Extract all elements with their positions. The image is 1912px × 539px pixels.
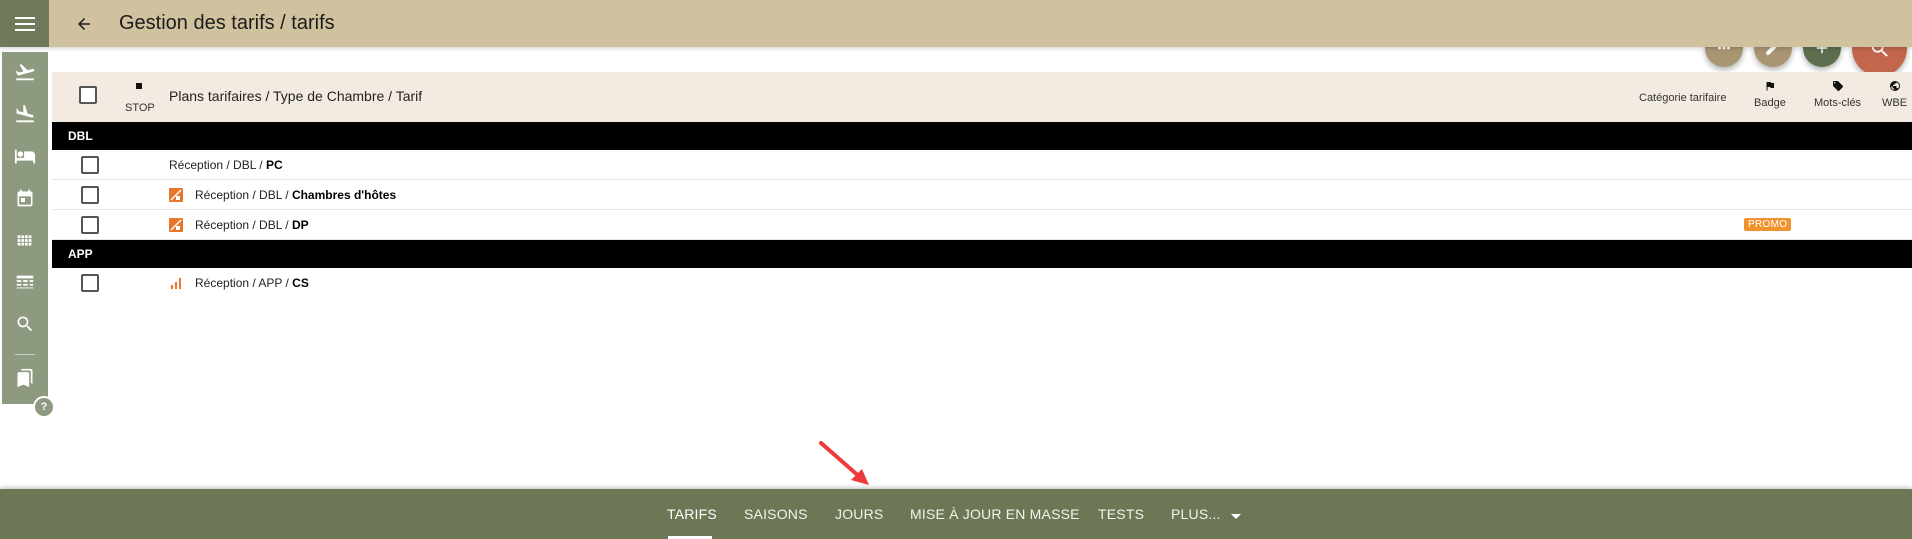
globe-icon [1889, 81, 1900, 91]
help-button[interactable]: ? [33, 396, 55, 418]
tab-tarifs[interactable]: TARIFS [667, 506, 717, 522]
bookmark-icon [17, 368, 33, 388]
row-path: Réception / DBL / [195, 188, 292, 202]
row-label[interactable]: Réception / DBL / DP [195, 218, 309, 232]
calendar-icon [17, 189, 33, 207]
row-tarif: Chambres d'hôtes [291, 188, 397, 202]
hamburger-menu-icon [14, 16, 35, 31]
column-header-wbe[interactable]: WBE [1882, 80, 1907, 109]
sidebar-item-rooms[interactable] [2, 140, 48, 172]
row-path: Réception / DBL / [195, 218, 292, 232]
sidebar-item-calendar[interactable] [2, 182, 48, 214]
row-tarif: CS [292, 276, 309, 290]
table-row[interactable]: Réception / APP / CS [52, 268, 1912, 298]
row-path: Réception / DBL / [169, 158, 266, 172]
column-header-mots-cles-label: Mots-clés [1814, 97, 1862, 109]
select-all-checkbox[interactable] [79, 86, 97, 104]
page-title: Gestion des tarifs / tarifs [119, 12, 335, 34]
bed-icon [14, 149, 36, 164]
sidebar-item-planning[interactable] [2, 224, 48, 256]
tab-mise-a-jour-en-masse[interactable]: MISE À JOUR EN MASSE [910, 506, 1080, 522]
table-header: STOP Plans tarifaires / Type de Chambre … [52, 72, 1912, 122]
bar-chart-icon [171, 278, 181, 289]
row-label[interactable]: Réception / DBL / Chambres d'hôtes [195, 188, 396, 202]
rates-table: STOP Plans tarifaires / Type de Chambre … [52, 72, 1912, 298]
row-label[interactable]: Réception / DBL / PC [169, 158, 283, 172]
stop-square-icon [136, 83, 142, 89]
sidebar-item-reports[interactable] [2, 266, 48, 298]
annotation-arrow-icon [819, 441, 869, 485]
tag-icon [1832, 81, 1843, 91]
arrow-back-icon [78, 18, 90, 30]
sidebar-item-bookmarks[interactable] [2, 362, 48, 394]
row-checkbox[interactable] [81, 186, 99, 204]
column-header-wbe-label: WBE [1882, 97, 1908, 109]
derived-rate-icon [169, 188, 183, 202]
back-button[interactable] [70, 10, 98, 38]
flight-land-icon [16, 104, 34, 123]
tab-tests[interactable]: TESTS [1098, 506, 1144, 522]
derived-rate-icon [169, 218, 183, 232]
row-checkbox[interactable] [81, 156, 99, 174]
tab-jours[interactable]: JOURS [835, 506, 883, 522]
sidebar-item-search[interactable] [2, 308, 48, 340]
sidebar [2, 52, 48, 404]
table-row[interactable]: Réception / DBL / DP PROMO [52, 210, 1912, 240]
menu-button[interactable] [0, 0, 49, 47]
column-header-categorie[interactable]: Catégorie tarifaire [1639, 92, 1726, 104]
column-header-badge[interactable]: Badge [1754, 80, 1786, 109]
top-app-bar: Gestion des tarifs / tarifs [0, 0, 1912, 47]
row-checkbox[interactable] [81, 274, 99, 292]
flag-icon [1766, 82, 1774, 91]
row-tarif: DP [291, 218, 309, 232]
chevron-down-icon[interactable] [1231, 514, 1241, 519]
group-header-dbl: DBL [52, 122, 1912, 150]
sidebar-divider [15, 354, 35, 355]
table-row[interactable]: Réception / DBL / PC [52, 150, 1912, 180]
tab-plus[interactable]: PLUS... [1171, 506, 1221, 522]
column-header-main[interactable]: Plans tarifaires / Type de Chambre / Tar… [169, 88, 422, 104]
row-checkbox[interactable] [81, 216, 99, 234]
promo-badge: PROMO [1744, 218, 1792, 231]
row-tarif: PC [265, 158, 283, 172]
column-header-stop[interactable]: STOP [125, 102, 155, 114]
table-icon [16, 275, 34, 289]
column-header-mots-cles[interactable]: Mots-clés [1814, 80, 1861, 109]
search-icon [17, 316, 33, 332]
group-header-app: APP [52, 240, 1912, 268]
column-header-badge-label: Badge [1754, 97, 1786, 109]
row-path: Réception / APP / [195, 276, 293, 290]
bottom-navigation: TARIFS SAISONS JOURS MISE À JOUR EN MASS… [0, 489, 1912, 539]
tab-saisons[interactable]: SAISONS [744, 506, 808, 522]
grid-icon [17, 235, 32, 246]
row-label[interactable]: Réception / APP / CS [195, 276, 309, 290]
flight-takeoff-icon [15, 64, 35, 81]
table-row[interactable]: Réception / DBL / Chambres d'hôtes [52, 180, 1912, 210]
sidebar-item-departures[interactable] [2, 56, 48, 88]
sidebar-item-arrivals[interactable] [2, 98, 48, 130]
